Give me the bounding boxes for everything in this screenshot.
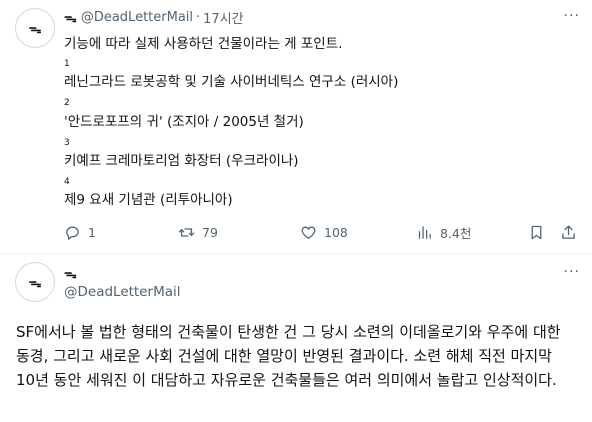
repost-button[interactable]: 79 [178,222,218,242]
tweet-header: ᯓ @DeadLetterMail · 17시간 [64,8,244,27]
author-name[interactable]: ᯓ [64,264,77,282]
heart-icon [301,226,316,239]
views-button[interactable]: 8.4천 [416,222,471,242]
list-item-text: '안드로포프의 귀' (조지아 / 2005년 철거) [64,114,304,130]
list-item-text: 레닌그라드 로봇공학 및 기술 사이버네틱스 연구소 (러시아) [64,74,399,90]
share-button[interactable] [560,222,584,242]
list-number: 4 [64,177,70,187]
tweet-actions-bar: 1 79 108 8.4천 [64,222,580,242]
author-handle[interactable]: @DeadLetterMail [81,10,193,25]
list-number: 1 [64,59,70,69]
author-handle[interactable]: @DeadLetterMail [64,284,181,300]
tweet-timestamp[interactable]: 17시간 [203,8,243,27]
views-chart-icon [418,225,431,239]
more-options-icon[interactable]: ··· [564,8,580,24]
repost-icon [178,227,195,237]
more-options-icon[interactable]: ··· [564,264,580,280]
views-count: 8.4천 [440,225,472,241]
repost-count: 79 [202,224,218,240]
share-icon [562,224,575,239]
list-item-text: 키예프 크레마토리엄 화장터 (우크라이나) [64,153,299,169]
avatar-symbol: ᯓ [28,22,42,37]
reply-icon [66,226,79,240]
bookmark-button[interactable] [528,222,552,242]
list-number: 3 [64,138,70,148]
like-button[interactable]: 108 [300,222,348,242]
list-number: 2 [64,98,70,108]
author-avatar[interactable]: ᯓ [15,8,55,48]
tweet-body-text: SF에서나 볼 법한 형태의 건축물이 탄생한 건 그 당시 소련의 이데올로기… [16,323,561,389]
author-avatar[interactable]: ᯓ [15,262,55,302]
separator-dot: · [196,9,201,25]
author-name[interactable]: ᯓ [64,8,77,26]
like-count: 108 [324,224,348,240]
reply-count: 1 [88,224,96,240]
avatar-symbol: ᯓ [28,276,42,291]
tweet-divider [0,253,592,254]
tweet-intro-text: 기능에 따라 실제 사용하던 건물이라는 게 포인트. [64,36,343,52]
bookmark-icon [531,225,542,239]
list-item-text: 제9 요새 기념관 (리투아니아) [64,192,233,208]
reply-button[interactable]: 1 [64,222,96,242]
